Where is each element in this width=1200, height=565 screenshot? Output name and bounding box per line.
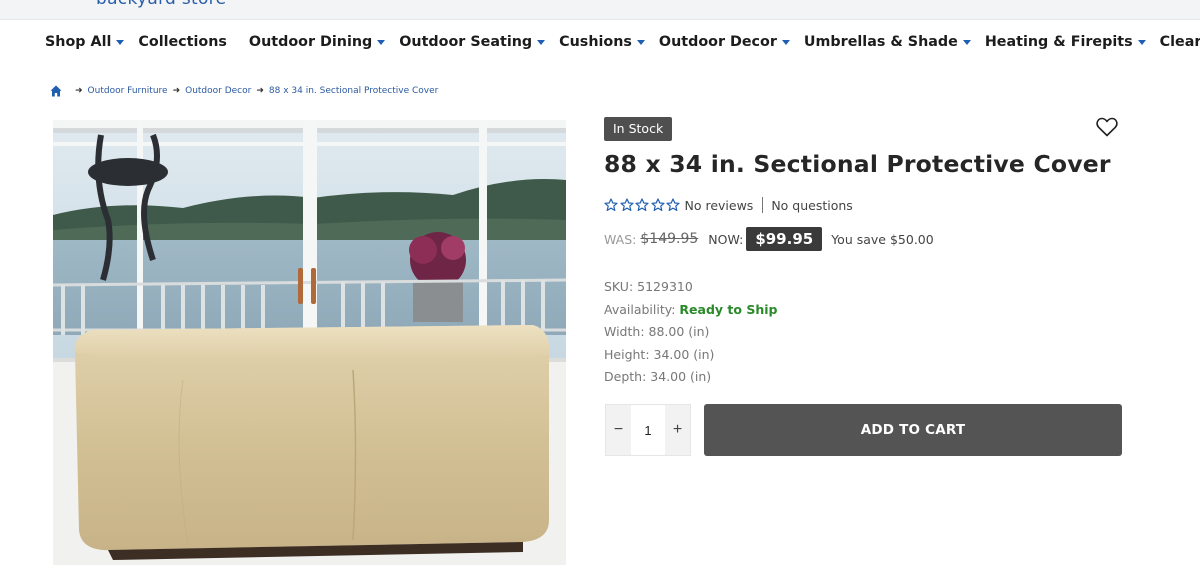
- breadcrumb-link-outdoor-furniture[interactable]: Outdoor Furniture: [88, 86, 168, 96]
- breadcrumb-current[interactable]: 88 x 34 in. Sectional Protective Cover: [269, 86, 438, 96]
- caret-down-icon: [1137, 39, 1146, 45]
- depth-label: Depth:: [604, 369, 647, 384]
- stock-status-badge: In Stock: [604, 117, 673, 141]
- savings-text: You save $50.00: [831, 231, 934, 247]
- nav-item-label: Heating & Firepits: [984, 34, 1133, 50]
- nav-item-label: Cushions: [559, 34, 632, 50]
- nav-item-label: Outdoor Dining: [248, 34, 373, 50]
- nav-item-shop-all[interactable]: Shop All: [45, 34, 125, 50]
- was-price: $149.95: [640, 231, 699, 247]
- nav-item-label: Collections: [138, 34, 227, 50]
- quantity-stepper: − 1 +: [605, 404, 691, 456]
- nav-item-label: Outdoor Decor: [658, 34, 777, 50]
- main-nav: Shop All Collections Outdoor Dining Outdoor…: [0, 20, 1200, 64]
- nav-item-outdoor-decor[interactable]: Outdoor Decor: [659, 34, 790, 50]
- home-icon[interactable]: [50, 85, 62, 97]
- sku-value: 5129310: [637, 279, 693, 294]
- availability-row: Availability: Ready to Ship: [604, 302, 777, 325]
- questions-link[interactable]: No questions: [771, 198, 853, 213]
- width-value: 88.00 (in): [648, 324, 710, 339]
- nav-item-outdoor-seating[interactable]: Outdoor Seating: [399, 34, 546, 50]
- height-row: Height: 34.00 (in): [604, 347, 777, 370]
- arrow-right-icon: ➜: [172, 86, 181, 96]
- rating-summary: No reviews No questions: [604, 197, 853, 213]
- depth-value: 34.00 (in): [650, 369, 712, 384]
- availability-value: Ready to Ship: [679, 301, 778, 317]
- nav-item-umbrellas-shade[interactable]: Umbrellas & Shade: [804, 34, 971, 50]
- caret-down-icon: [962, 39, 971, 45]
- nav-item-outdoor-dining[interactable]: Outdoor Dining: [248, 34, 386, 50]
- star-outline-icon: [635, 198, 649, 211]
- nav-item-label: Shop All: [45, 34, 112, 50]
- nav-item-label: Umbrellas & Shade: [803, 34, 958, 50]
- sku-label: SKU:: [604, 279, 634, 294]
- price-block: WAS: $149.95 NOW: $99.95 You save $50.00: [604, 227, 934, 251]
- star-outline-icon: [604, 198, 618, 211]
- quantity-increase-button[interactable]: +: [665, 405, 690, 455]
- was-label: WAS:: [604, 231, 637, 247]
- star-rating[interactable]: [604, 198, 682, 212]
- reviews-link[interactable]: No reviews: [685, 198, 754, 213]
- width-row: Width: 88.00 (in): [604, 324, 777, 347]
- store-logo[interactable]: backyard store: [96, 0, 226, 9]
- top-bar: backyard store: [0, 0, 1200, 20]
- depth-row: Depth: 34.00 (in): [604, 369, 777, 392]
- quantity-decrease-button[interactable]: −: [606, 405, 631, 455]
- nav-item-label: Clearance: [1159, 34, 1200, 50]
- star-outline-icon: [650, 198, 665, 211]
- breadcrumb: ➜ Outdoor Furniture ➜ Outdoor Decor ➜ 88…: [50, 85, 438, 97]
- nav-item-clearance[interactable]: Clearance: [1160, 34, 1200, 50]
- height-value: 34.00 (in): [653, 346, 715, 362]
- heart-icon[interactable]: [1096, 117, 1118, 137]
- now-label: NOW:: [708, 231, 744, 247]
- add-to-cart-button[interactable]: ADD TO CART: [704, 404, 1122, 456]
- quantity-input[interactable]: 1: [631, 405, 665, 455]
- arrow-right-icon: ➜: [256, 86, 264, 96]
- star-outline-icon: [666, 198, 680, 211]
- now-price: $99.95: [746, 227, 823, 251]
- divider: [762, 197, 764, 213]
- product-specs: SKU: 5129310 Availability: Ready to Ship…: [604, 279, 777, 392]
- caret-down-icon: [636, 39, 645, 45]
- availability-label: Availability:: [604, 301, 676, 317]
- nav-item-collections[interactable]: Collections: [138, 34, 227, 50]
- product-photo: [53, 120, 566, 565]
- star-outline-icon: [619, 198, 634, 211]
- sku-row: SKU: 5129310: [604, 279, 777, 302]
- arrow-right-icon: ➜: [75, 86, 83, 96]
- caret-down-icon: [377, 39, 386, 45]
- caret-down-icon: [537, 39, 546, 45]
- nav-item-cushions[interactable]: Cushions: [559, 34, 645, 50]
- nav-item-heating-firepits[interactable]: Heating & Firepits: [985, 34, 1146, 50]
- product-title: 88 x 34 in. Sectional Protective Cover: [604, 150, 1111, 178]
- caret-down-icon: [781, 39, 790, 45]
- breadcrumb-link-outdoor-decor[interactable]: Outdoor Decor: [185, 86, 251, 96]
- product-image[interactable]: [53, 120, 566, 565]
- height-label: Height:: [604, 346, 650, 362]
- caret-down-icon: [116, 39, 125, 45]
- width-label: Width:: [604, 324, 645, 339]
- nav-item-label: Outdoor Seating: [399, 34, 533, 50]
